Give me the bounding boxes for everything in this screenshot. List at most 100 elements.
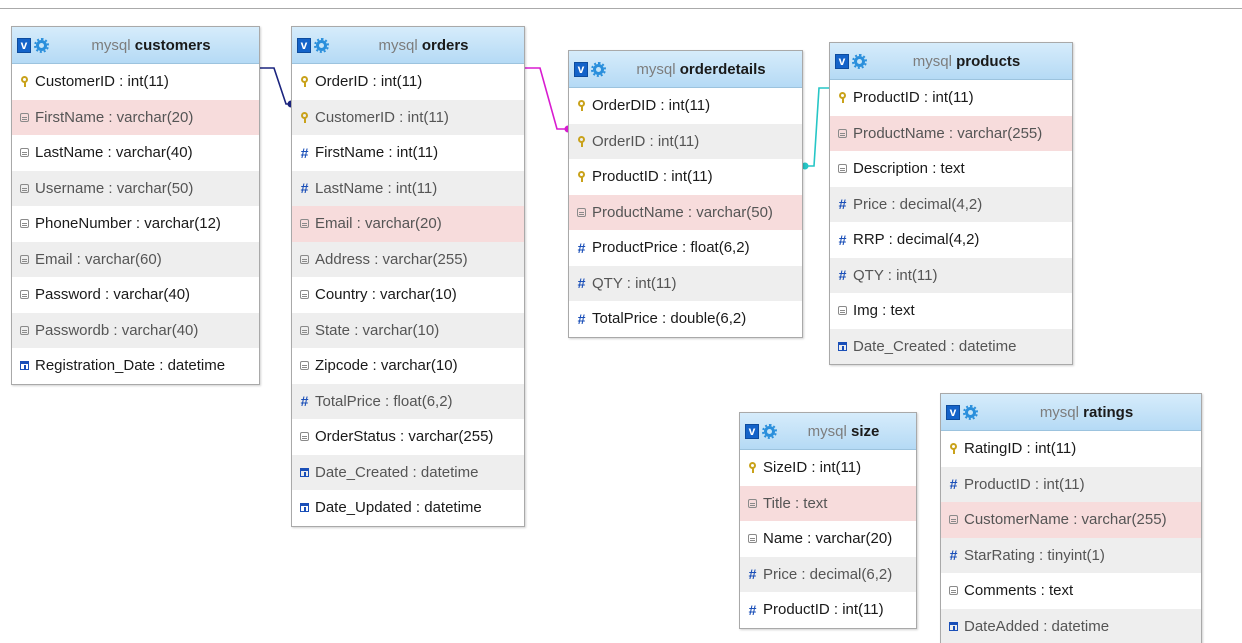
field-label: TotalPrice : float(6,2)	[315, 392, 453, 410]
database-name: mysql	[378, 36, 418, 54]
toggle-columns-button[interactable]: v	[835, 53, 849, 69]
table-field-row[interactable]: Date_Updated : datetime	[292, 490, 524, 526]
table-header[interactable]: v mysql customers	[12, 27, 259, 64]
table-field-row[interactable]: Description : text	[830, 151, 1072, 187]
table-field-row[interactable]: # FirstName : int(11)	[292, 135, 524, 171]
database-name: mysql	[807, 422, 847, 440]
table-field-row[interactable]: Email : varchar(60)	[12, 241, 259, 277]
table-header[interactable]: v mysql size	[740, 413, 916, 450]
text-field-icon	[747, 534, 758, 544]
gear-icon[interactable]	[852, 53, 867, 69]
table-field-row[interactable]: Country : varchar(10)	[292, 277, 524, 313]
table-field-row[interactable]: # StarRating : tinyint(1)	[941, 537, 1201, 573]
table-field-row[interactable]: Zipcode : varchar(10)	[292, 348, 524, 384]
table-field-row[interactable]: # RRP : decimal(4,2)	[830, 222, 1072, 258]
table-field-row[interactable]: # TotalPrice : float(6,2)	[292, 383, 524, 419]
table-field-row[interactable]: Date_Created : datetime	[830, 328, 1072, 364]
gear-icon[interactable]	[34, 37, 49, 53]
table-field-row[interactable]: DateAdded : datetime	[941, 608, 1201, 643]
table-field-row[interactable]: CustomerID : int(11)	[12, 64, 259, 100]
gear-icon[interactable]	[963, 404, 978, 420]
table-field-row[interactable]: ProductName : varchar(255)	[830, 115, 1072, 151]
toggle-columns-button[interactable]: v	[946, 404, 960, 420]
table-field-row[interactable]: Img : text	[830, 293, 1072, 329]
table-field-row[interactable]: ProductID : int(11)	[830, 80, 1072, 116]
field-label: Registration_Date : datetime	[35, 357, 226, 375]
field-label: Username : varchar(50)	[35, 179, 194, 197]
toggle-columns-button[interactable]: v	[574, 61, 588, 77]
table-field-row[interactable]: # ProductID : int(11)	[740, 592, 916, 628]
date-field-icon	[948, 621, 959, 631]
field-label: CustomerName : varchar(255)	[964, 511, 1167, 529]
table-field-row[interactable]: Comments : text	[941, 573, 1201, 609]
database-name: mysql	[912, 52, 952, 70]
table-field-row[interactable]: Email : varchar(20)	[292, 206, 524, 242]
table-header[interactable]: v mysql products	[830, 43, 1072, 80]
toggle-columns-button[interactable]: v	[297, 37, 311, 53]
table-field-row[interactable]: # Price : decimal(6,2)	[740, 556, 916, 592]
table-field-row[interactable]: FirstName : varchar(20)	[12, 99, 259, 135]
table-field-row[interactable]: Name : varchar(20)	[740, 521, 916, 557]
table-field-row[interactable]: # QTY : int(11)	[830, 257, 1072, 293]
relation-line-orderdetails-products	[803, 87, 829, 167]
table-field-row[interactable]: # ProductPrice : float(6,2)	[569, 230, 802, 266]
table-field-row[interactable]: CustomerID : int(11)	[292, 99, 524, 135]
table-ratings[interactable]: v mysql ratings RatingID : int(11) # Product…	[940, 393, 1202, 643]
table-field-row[interactable]: CustomerName : varchar(255)	[941, 502, 1201, 538]
table-orderdetails[interactable]: v mysql orderdetails OrderDID : int(11) Ord…	[568, 50, 803, 338]
field-label: OrderStatus : varchar(255)	[315, 428, 494, 446]
text-field-icon	[576, 207, 587, 217]
field-label: Price : decimal(6,2)	[763, 565, 893, 583]
numeric-field-icon: #	[838, 231, 847, 248]
gear-icon[interactable]	[314, 37, 329, 53]
table-field-row[interactable]: Date_Created : datetime	[292, 454, 524, 490]
table-field-row[interactable]: State : varchar(10)	[292, 312, 524, 348]
table-field-row[interactable]: LastName : varchar(40)	[12, 135, 259, 171]
table-field-row[interactable]: PhoneNumber : varchar(12)	[12, 206, 259, 242]
table-field-row[interactable]: Registration_Date : datetime	[12, 348, 259, 384]
numeric-field-icon: #	[577, 310, 586, 327]
table-header[interactable]: v mysql orderdetails	[569, 51, 802, 88]
table-header[interactable]: v mysql ratings	[941, 394, 1201, 431]
table-field-row[interactable]: # ProductID : int(11)	[941, 466, 1201, 502]
numeric-field-icon: #	[300, 180, 309, 197]
gear-icon[interactable]	[591, 61, 606, 77]
toggle-columns-button[interactable]: v	[745, 423, 759, 439]
table-field-row[interactable]: Address : varchar(255)	[292, 241, 524, 277]
table-field-row[interactable]: # LastName : int(11)	[292, 170, 524, 206]
table-field-row[interactable]: OrderID : int(11)	[569, 123, 802, 159]
key-icon	[948, 443, 959, 455]
table-field-row[interactable]: Passwordb : varchar(40)	[12, 312, 259, 348]
table-orders[interactable]: v mysql orders OrderID : int(11) CustomerID…	[291, 26, 525, 527]
field-label: FirstName : varchar(20)	[35, 108, 194, 126]
text-field-icon	[299, 432, 310, 442]
table-field-row[interactable]: # TotalPrice : double(6,2)	[569, 301, 802, 337]
table-field-row[interactable]: Password : varchar(40)	[12, 277, 259, 313]
table-products[interactable]: v mysql products ProductID : int(11) Produc…	[829, 42, 1073, 365]
table-field-row[interactable]: SizeID : int(11)	[740, 450, 916, 486]
table-field-row[interactable]: RatingID : int(11)	[941, 431, 1201, 467]
text-field-icon	[948, 586, 959, 596]
table-field-row[interactable]: Title : text	[740, 485, 916, 521]
table-field-row[interactable]: OrderStatus : varchar(255)	[292, 419, 524, 455]
key-icon	[19, 76, 30, 88]
table-field-row[interactable]: Username : varchar(50)	[12, 170, 259, 206]
table-header[interactable]: v mysql orders	[292, 27, 524, 64]
table-field-row[interactable]: OrderID : int(11)	[292, 64, 524, 100]
numeric-field-icon: #	[748, 566, 757, 583]
table-customers[interactable]: v mysql customers CustomerID : int(11) Firs…	[11, 26, 260, 385]
gear-icon[interactable]	[762, 423, 777, 439]
field-label: Comments : text	[964, 582, 1074, 600]
table-title: mysql orders	[327, 37, 520, 54]
field-label: Description : text	[853, 160, 965, 178]
field-label: Date_Created : datetime	[853, 337, 1017, 355]
table-field-row[interactable]: ProductID : int(11)	[569, 159, 802, 195]
table-field-row[interactable]: # Price : decimal(4,2)	[830, 186, 1072, 222]
field-label: LastName : int(11)	[315, 179, 438, 197]
table-size[interactable]: v mysql size SizeID : int(11) Title : text N…	[739, 412, 917, 629]
table-title: mysql products	[865, 53, 1068, 70]
table-field-row[interactable]: ProductName : varchar(50)	[569, 194, 802, 230]
table-field-row[interactable]: OrderDID : int(11)	[569, 88, 802, 124]
table-field-row[interactable]: # QTY : int(11)	[569, 265, 802, 301]
toggle-columns-button[interactable]: v	[17, 37, 31, 53]
